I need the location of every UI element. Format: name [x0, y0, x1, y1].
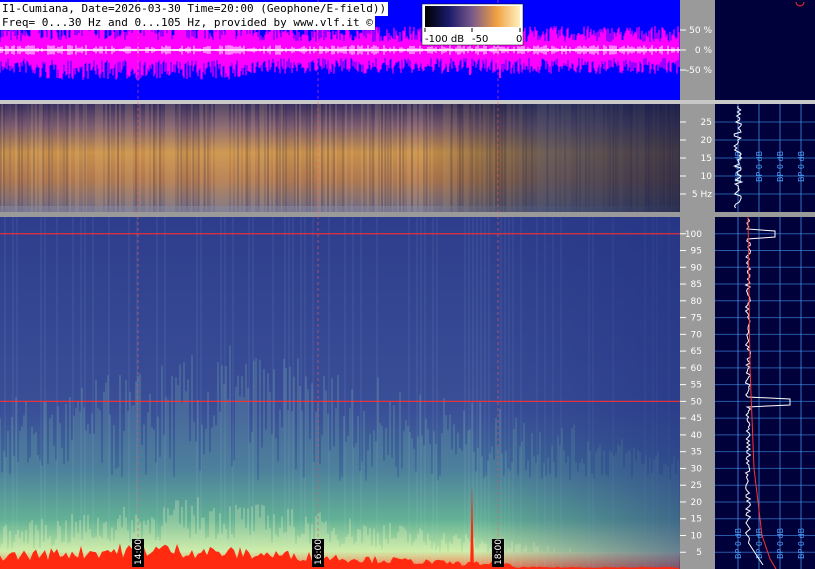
waveform-axis-label: -50 % [686, 66, 713, 76]
time-label: 16:00 [314, 539, 324, 565]
bottom-spectrogram-axis-label: 95 [691, 247, 702, 257]
waveform-axis-label: 0 % [695, 46, 713, 56]
time-label-group: 16:00 [312, 539, 324, 567]
band-power-label-bottom: BP 0 dB [797, 528, 806, 559]
bottom-spectrogram-axis-label: 65 [691, 347, 702, 357]
bottom-spectrogram-axis-label: 10 [691, 531, 703, 541]
chart-stage: 14:00 16:00 18:00 50 % 0 % -50 % 25 20 15 10 5 Hz… [0, 0, 815, 569]
time-label-group: 14:00 [132, 539, 144, 567]
colorbar: -100 dB -50 0 [421, 3, 524, 46]
bottom-spectrogram-axis-label: 50 [691, 397, 703, 407]
bottom-spectrogram-axis-label: 75 [691, 314, 702, 324]
band-power-label-top: BP 0 dB [755, 151, 764, 182]
panel-divider-middle [0, 212, 815, 217]
bottom-spectrogram-axis-label: 20 [691, 498, 703, 508]
top-spectrogram-axis-label: 5 Hz [692, 190, 712, 200]
bottom-spectrogram-axis-label: 90 [691, 263, 703, 273]
side-profile-bottom [715, 217, 815, 569]
bottom-spectrogram-axis-label: 60 [691, 364, 703, 374]
spectrogram-0-105hz-panel [0, 217, 680, 569]
bottom-spectrogram-axis-label: 85 [691, 280, 702, 290]
top-spectrogram-fade [0, 104, 680, 212]
bottom-spectrogram-axis-label: 70 [691, 330, 703, 340]
bottom-spectrogram-axis-label: 80 [691, 297, 703, 307]
header-line-frequency: Freq= 0...30 Hz and 0...105 Hz, provided… [0, 16, 375, 30]
time-label: 14:00 [134, 539, 144, 565]
bottom-spectrogram-axis-label: 15 [691, 515, 702, 525]
top-spectrogram-axis-label: 15 [701, 154, 712, 164]
colorbar-gradient [425, 6, 520, 27]
time-label-group: 18:00 [492, 539, 504, 567]
time-label: 18:00 [494, 539, 504, 565]
waveform-axis-label: 50 % [689, 26, 712, 36]
band-power-label-top: BP 0 dB [797, 151, 806, 182]
colorbar-label-min: -100 dB [425, 34, 464, 45]
bottom-spectrogram-axis-label: 45 [691, 414, 702, 424]
bottom-spectrogram-fade [0, 217, 680, 569]
top-spectrogram-axis-label: 25 [701, 118, 712, 128]
top-spectrogram-axis-label: 10 [701, 172, 713, 182]
side-panel-top [715, 0, 815, 100]
spectrogram-0-30hz-panel [0, 104, 680, 212]
panel-divider-top [0, 100, 815, 104]
band-power-label-bottom: BP 0 dB [776, 528, 785, 559]
header-line-station: I1-Cumiana, Date=2026-03-30 Time=20:00 (… [0, 2, 389, 16]
bottom-spectrogram-axis-label: 55 [691, 381, 702, 391]
band-power-label-bottom: BP 0 dB [734, 528, 743, 559]
bottom-spectrogram-axis-label: 30 [691, 464, 703, 474]
bottom-spectrogram-axis-label: 25 [691, 481, 702, 491]
colorbar-label-mid: -50 [472, 34, 488, 45]
top-spectrogram-axis-label: 20 [701, 136, 713, 146]
colorbar-label-max: 0 [516, 34, 522, 45]
band-power-label-top: BP 0 dB [776, 151, 785, 182]
bottom-spectrogram-axis-label: 100 [685, 230, 702, 240]
bottom-spectrogram-axis-label: 5 [696, 548, 702, 558]
bottom-spectrogram-axis-label: 40 [691, 431, 703, 441]
spectrogram-chart: 14:00 16:00 18:00 50 % 0 % -50 % 25 20 15 10 5 Hz… [0, 0, 815, 569]
bottom-spectrogram-axis-label: 35 [691, 448, 702, 458]
